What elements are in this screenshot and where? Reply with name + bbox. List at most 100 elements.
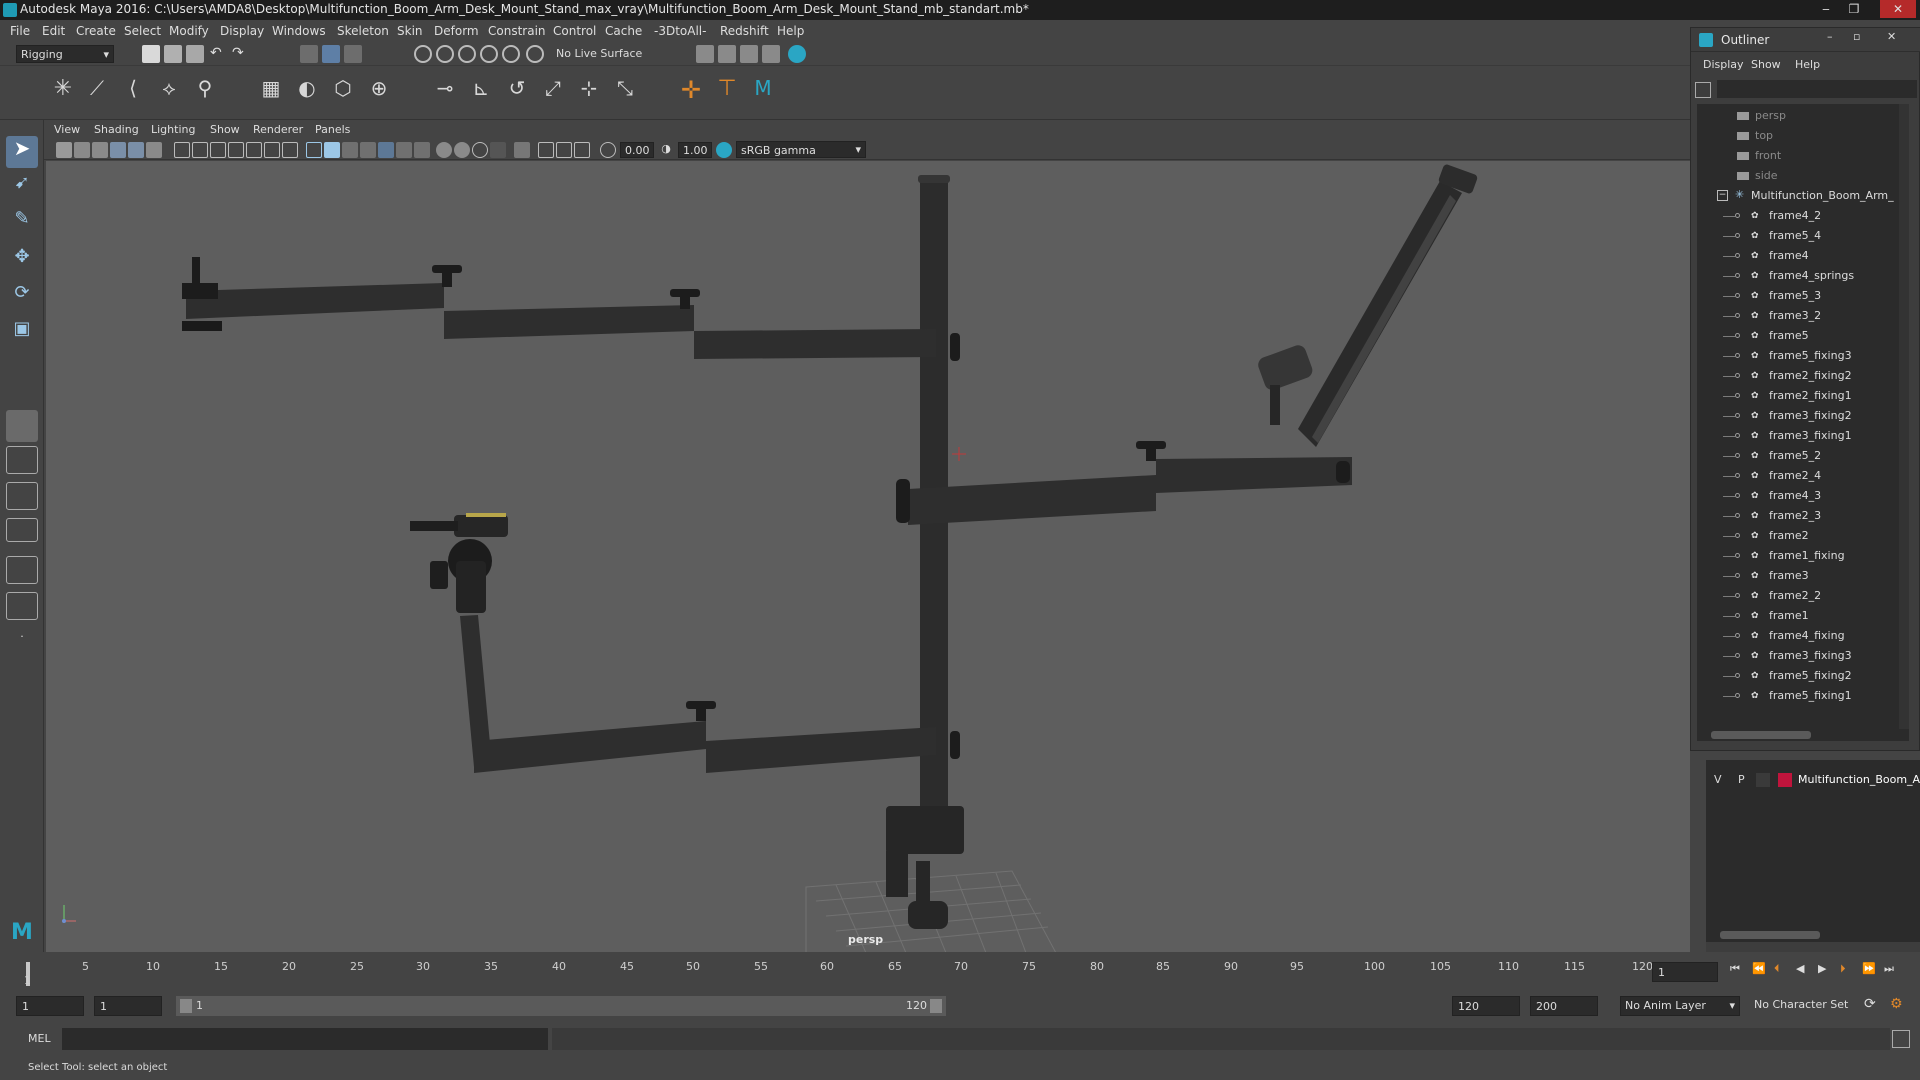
scrollbar-thumb[interactable] (1720, 931, 1820, 939)
select-object-icon[interactable] (322, 45, 340, 63)
list-item[interactable]: ✿ frame5 (1697, 326, 1909, 346)
layer-color-swatch[interactable] (1778, 773, 1792, 787)
menu-display[interactable]: Display (220, 24, 264, 38)
restore-button[interactable]: ❐ (1840, 0, 1868, 18)
outliner-layout-icon[interactable] (6, 592, 38, 620)
snap-grid-icon[interactable] (414, 45, 432, 63)
play-forwards-icon[interactable]: ▶ (1818, 962, 1832, 976)
outliner-vertical-scrollbar[interactable] (1899, 104, 1909, 729)
command-input[interactable] (62, 1028, 548, 1050)
layer-list[interactable]: V P Multifunction_Boom_A (1706, 760, 1920, 942)
color-management-icon[interactable] (716, 142, 732, 158)
list-item[interactable]: ✿ frame5_fixing3 (1697, 346, 1909, 366)
step-forward-key-icon[interactable]: ⏵ (1840, 962, 1854, 976)
list-item[interactable]: ✿ frame2 (1697, 526, 1909, 546)
two-d-pan-icon[interactable] (128, 142, 144, 158)
list-item-group[interactable]: − ✳ Multifunction_Boom_Arm_ (1697, 186, 1909, 206)
list-item[interactable]: ✿ frame2_2 (1697, 586, 1909, 606)
snap-curve-icon[interactable] (436, 45, 454, 63)
animation-prefs-icon[interactable]: ⚙ (1890, 996, 1903, 1012)
safe-title-icon[interactable] (282, 142, 298, 158)
outliner-menu-display[interactable]: Display (1703, 58, 1744, 71)
perspective-viewport[interactable] (46, 161, 1690, 952)
scale-tool-icon[interactable]: ▣ (6, 318, 38, 350)
outliner-menu-help[interactable]: Help (1795, 58, 1820, 71)
four-view-layout-icon[interactable] (6, 446, 38, 474)
menu-edit[interactable]: Edit (42, 24, 65, 38)
list-item[interactable]: ✿ frame4_springs (1697, 266, 1909, 286)
exposure-icon[interactable] (600, 142, 616, 158)
layer-type-box[interactable] (1756, 773, 1770, 787)
outliner-close-icon[interactable]: ✕ (1887, 30, 1896, 43)
gamma-field[interactable]: 1.00 (678, 142, 712, 158)
list-item[interactable]: side (1697, 166, 1909, 186)
list-item[interactable]: top (1697, 126, 1909, 146)
set-driven-key-icon[interactable]: ⊤ (712, 76, 742, 106)
filter-icon[interactable] (1695, 82, 1711, 98)
menu-modify[interactable]: Modify (169, 24, 209, 38)
list-item[interactable]: ✿ frame5_fixing1 (1697, 686, 1909, 706)
resolution-gate-icon[interactable] (210, 142, 226, 158)
bind-skin-icon[interactable]: ▦ (256, 76, 286, 106)
time-slider[interactable]: 1 5 10 15 20 25 30 35 40 45 50 55 60 65 … (0, 952, 1920, 992)
gate-mask-icon[interactable] (228, 142, 244, 158)
list-item[interactable]: ✿ frame2_3 (1697, 506, 1909, 526)
isolate-select-icon[interactable] (514, 142, 530, 158)
select-hierarchy-icon[interactable] (300, 45, 318, 63)
new-scene-icon[interactable] (142, 45, 160, 63)
gamma-icon[interactable]: ◑ (658, 142, 674, 158)
viewport-menu-renderer[interactable]: Renderer (253, 123, 303, 136)
step-back-icon[interactable]: ⏪ (1752, 962, 1766, 976)
screen-space-ao-icon[interactable] (436, 142, 452, 158)
locator-icon[interactable]: ✛ (676, 76, 706, 106)
scale-constraint-icon[interactable]: ⤢ (538, 76, 568, 106)
parent-constraint-icon[interactable]: ⊹ (574, 76, 604, 106)
single-perspective-layout-icon[interactable] (6, 410, 38, 442)
list-item[interactable]: ✿ frame5_2 (1697, 446, 1909, 466)
hypershade-layout-icon[interactable] (6, 556, 38, 584)
maya-logo-icon[interactable]: M (748, 76, 778, 106)
point-constraint-icon[interactable]: ⊸ (430, 76, 460, 106)
go-to-start-icon[interactable]: ⏮ (1730, 962, 1744, 976)
pole-vector-icon[interactable]: ⤡ (610, 76, 640, 106)
current-frame-field[interactable]: 1 (1652, 962, 1718, 982)
layer-visibility[interactable]: V (1714, 773, 1722, 786)
menu-help[interactable]: Help (777, 24, 804, 38)
outliner-list[interactable]: persp top front side − ✳ Multifunction_B… (1697, 104, 1909, 729)
shadows-icon[interactable] (414, 142, 430, 158)
list-item[interactable]: ✿ frame5_4 (1697, 226, 1909, 246)
ik-spline-icon[interactable]: ⟨ (118, 76, 148, 106)
list-item[interactable]: ✿ frame3_fixing1 (1697, 426, 1909, 446)
render-view-icon[interactable] (762, 45, 780, 63)
hypershade-icon[interactable] (788, 45, 806, 63)
aim-constraint-icon[interactable]: ⊾ (466, 76, 496, 106)
open-scene-icon[interactable] (164, 45, 182, 63)
list-item[interactable]: ✿ frame3_fixing2 (1697, 406, 1909, 426)
animation-end-field[interactable]: 200 (1530, 996, 1598, 1016)
list-item[interactable]: ✿ frame1 (1697, 606, 1909, 626)
scrollbar-thumb[interactable] (1711, 731, 1811, 739)
layer-row[interactable]: V P Multifunction_Boom_A (1706, 770, 1920, 790)
motion-blur-icon[interactable] (454, 142, 470, 158)
menu-create[interactable]: Create (76, 24, 116, 38)
outliner-menu-show[interactable]: Show (1751, 58, 1781, 71)
animation-start-field[interactable]: 1 (16, 996, 84, 1016)
paint-weights-icon[interactable]: ◐ (292, 76, 322, 106)
humanik-icon[interactable]: ⚲ (190, 76, 220, 106)
select-tool-icon[interactable]: ➤ (6, 136, 38, 168)
range-start-handle[interactable] (180, 999, 192, 1013)
wireframe-on-shaded-icon[interactable] (360, 142, 376, 158)
step-forward-icon[interactable]: ⏩ (1862, 962, 1876, 976)
snap-view-plane-icon[interactable] (480, 45, 498, 63)
list-item[interactable]: ✿ frame5_3 (1697, 286, 1909, 306)
list-item[interactable]: ✿ frame2_4 (1697, 466, 1909, 486)
list-item[interactable]: persp (1697, 106, 1909, 126)
image-plane-icon[interactable] (110, 142, 126, 158)
menu-set-dropdown[interactable]: Rigging ▾ (16, 45, 114, 63)
playback-start-field[interactable]: 1 (94, 996, 162, 1016)
move-tool-icon[interactable]: ✥ (6, 246, 38, 278)
menu-3dtoall[interactable]: -3DtoAll- (654, 24, 706, 38)
render-settings-icon[interactable] (696, 45, 714, 63)
menu-file[interactable]: File (10, 24, 30, 38)
mirror-joint-icon[interactable]: ⟡ (154, 76, 184, 106)
